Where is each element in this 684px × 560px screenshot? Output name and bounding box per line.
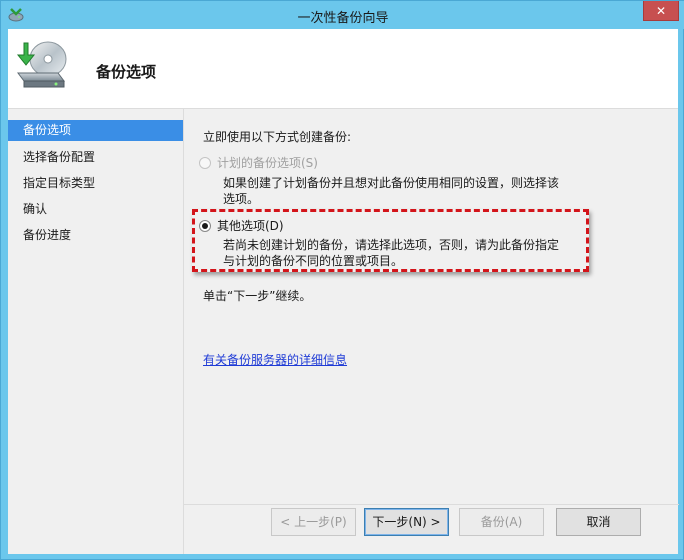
sidebar-item-label: 确认 bbox=[23, 202, 48, 216]
sidebar-item-label: 选择备份配置 bbox=[23, 150, 96, 164]
wizard-client-area: 备份选项 备份选项 选择备份配置 指定目标类型 确认 备份进度 立即使用以下方式… bbox=[8, 29, 679, 554]
other-option-label[interactable]: 其他选项(D) bbox=[217, 217, 284, 234]
page-title: 备份选项 bbox=[96, 63, 157, 81]
backup-drive-icon bbox=[14, 37, 70, 93]
wizard-header: 备份选项 bbox=[8, 29, 678, 109]
cancel-button[interactable]: 取消 bbox=[556, 508, 641, 536]
continue-instruction: 单击“下一步”继续。 bbox=[203, 289, 312, 303]
options-prompt: 立即使用以下方式创建备份: bbox=[203, 130, 352, 144]
scheduled-option-description: 如果创建了计划备份并且想对此备份使用相同的设置，则选择该选项。 bbox=[223, 176, 560, 206]
window-title: 一次性备份向导 bbox=[297, 11, 389, 26]
back-button[interactable]: < 上一步(P) bbox=[271, 508, 356, 536]
other-option-description: 若尚未创建计划的备份，请选择此选项，否则，请为此备份指定与计划的备份不同的位置或… bbox=[223, 238, 560, 268]
sidebar-item-label: 指定目标类型 bbox=[23, 176, 96, 190]
other-option-radio[interactable] bbox=[199, 219, 211, 232]
sidebar-item-destination-type[interactable]: 指定目标类型 bbox=[8, 172, 183, 198]
scheduled-option-radio bbox=[199, 156, 211, 169]
other-option-radio-row[interactable]: 其他选项(D) bbox=[199, 217, 284, 234]
wizard-window: 一次性备份向导 ✕ 备份选项 备份选项 选择备份配置 指定目标类型 确认 备份进… bbox=[0, 0, 684, 560]
sidebar-item-label: 备份选项 bbox=[23, 123, 72, 137]
sidebar-item-progress[interactable]: 备份进度 bbox=[8, 224, 183, 250]
next-button[interactable]: 下一步(N) > bbox=[364, 508, 449, 536]
sidebar-item-select-config[interactable]: 选择备份配置 bbox=[8, 146, 183, 172]
close-icon: ✕ bbox=[655, 4, 667, 18]
sidebar-item-confirm[interactable]: 确认 bbox=[8, 198, 183, 224]
sidebar-item-backup-options[interactable]: 备份选项 bbox=[8, 120, 183, 141]
wizard-steps-sidebar: 备份选项 选择备份配置 指定目标类型 确认 备份进度 bbox=[8, 109, 183, 554]
close-button[interactable]: ✕ bbox=[643, 1, 679, 21]
wizard-content: 立即使用以下方式创建备份: 计划的备份选项(S) 如果创建了计划备份并且想对此备… bbox=[183, 109, 679, 554]
sidebar-item-label: 备份进度 bbox=[23, 228, 72, 242]
scheduled-option-radio-row: 计划的备份选项(S) bbox=[199, 154, 318, 171]
scheduled-option-label: 计划的备份选项(S) bbox=[217, 156, 318, 170]
title-bar[interactable]: 一次性备份向导 ✕ bbox=[1, 1, 684, 29]
footer-divider bbox=[184, 504, 679, 505]
backup-button[interactable]: 备份(A) bbox=[459, 508, 544, 536]
backup-server-info-link[interactable]: 有关备份服务器的详细信息 bbox=[203, 351, 347, 368]
